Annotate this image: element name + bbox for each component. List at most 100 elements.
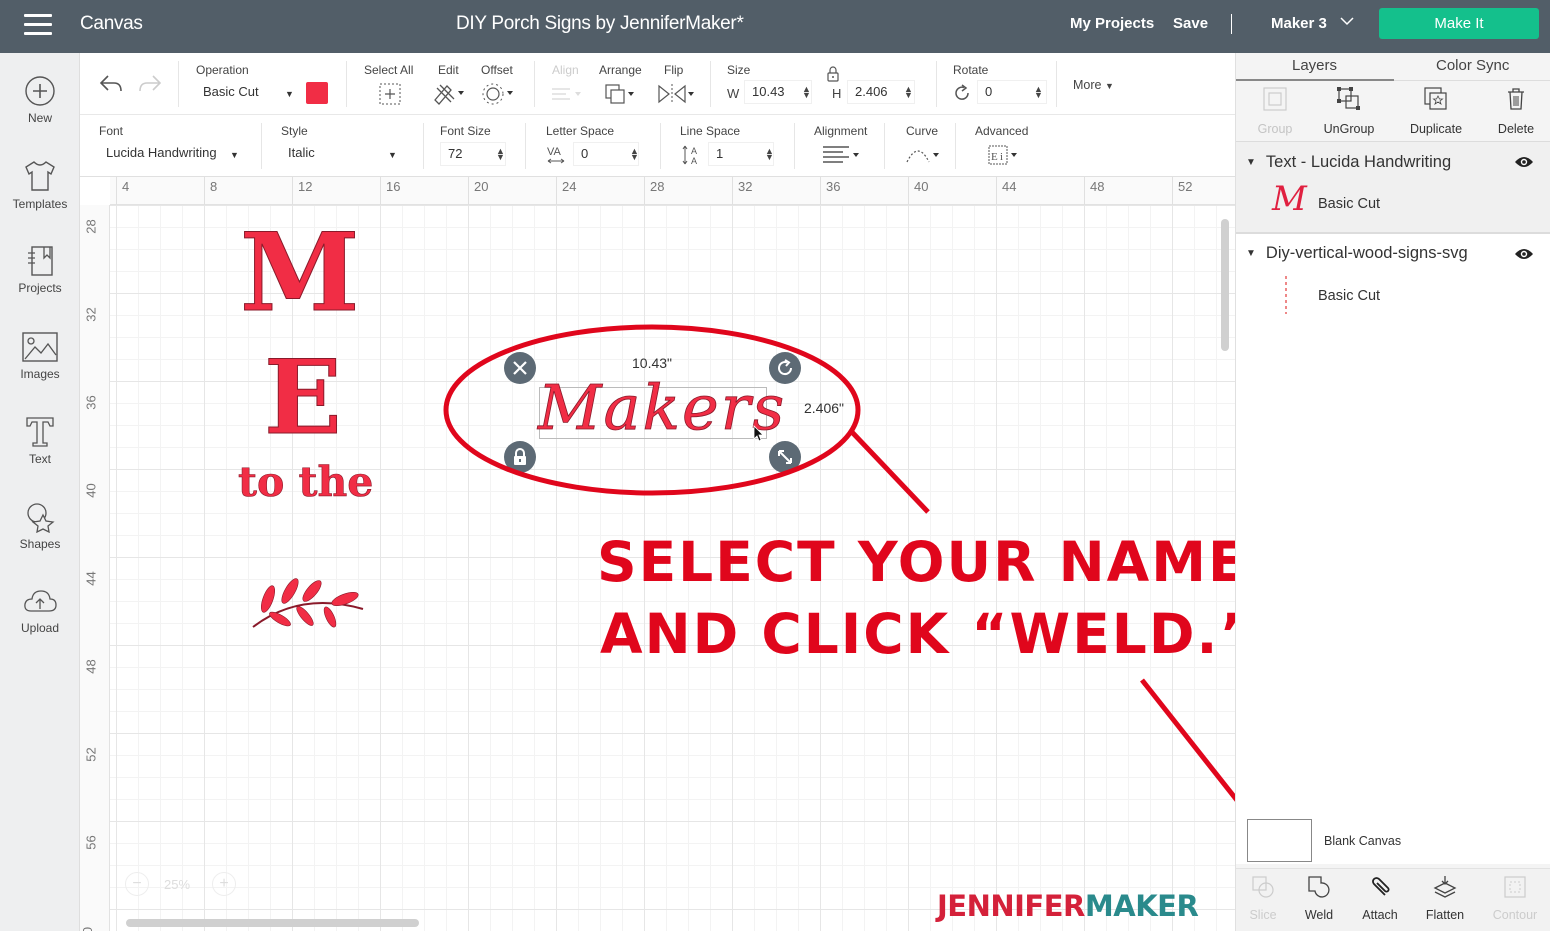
curve-icon[interactable] xyxy=(905,144,941,171)
alignment-label: Alignment xyxy=(814,124,868,138)
ruler-tick xyxy=(644,177,645,205)
selected-text-makers[interactable]: Makers xyxy=(538,376,786,439)
lock-handle-icon[interactable] xyxy=(504,441,536,473)
design-laurel-branch[interactable] xyxy=(250,569,370,634)
flip-icon[interactable] xyxy=(657,82,695,111)
operation-select[interactable]: Basic Cut xyxy=(196,81,296,105)
align-icon xyxy=(550,84,584,109)
resize-handle-icon[interactable] xyxy=(769,441,801,473)
line-space-stepper[interactable]: ▲ ▼ xyxy=(765,147,774,162)
align-left-icon[interactable] xyxy=(822,144,862,171)
layer-operation: Basic Cut xyxy=(1318,196,1381,212)
ruler-tick xyxy=(996,177,997,205)
blank-canvas-thumbnail[interactable] xyxy=(1247,819,1312,862)
width-label: W xyxy=(727,86,740,101)
offset-icon[interactable] xyxy=(482,82,516,111)
layer-group-text[interactable]: ▼ Text - Lucida Handwriting M Basic Cut xyxy=(1236,142,1550,232)
operation-label: Operation xyxy=(196,63,249,77)
zoom-in-button[interactable]: + xyxy=(212,872,236,896)
save-button[interactable]: Save xyxy=(1173,15,1208,32)
my-projects-link[interactable]: My Projects xyxy=(1070,15,1154,32)
left-sidebar: New Templates Projects Images Text Shape… xyxy=(0,53,80,931)
rotate-stepper[interactable]: ▲ ▼ xyxy=(1034,85,1043,100)
visibility-eye-icon[interactable] xyxy=(1514,247,1534,266)
caret-down-icon: ▼ xyxy=(388,150,397,160)
chevron-down-icon[interactable] xyxy=(1339,14,1355,30)
slice-icon xyxy=(1252,876,1274,898)
edit-pencil-ruler-icon[interactable] xyxy=(432,82,466,111)
sidebar-label: Shapes xyxy=(19,537,61,551)
layer-title[interactable]: ▼ Diy-vertical-wood-signs-svg xyxy=(1246,244,1468,263)
layer-group-svg[interactable]: ▼ Diy-vertical-wood-signs-svg Basic Cut xyxy=(1236,234,1550,324)
delete-button[interactable]: Delete xyxy=(1477,86,1550,136)
ruler-top: 4 8 12 16 20 24 28 32 36 40 44 48 52 xyxy=(110,177,1235,205)
font-select[interactable]: Lucida Handwriting xyxy=(99,142,244,166)
design-letter-e[interactable]: E xyxy=(264,347,343,450)
style-select[interactable]: Italic xyxy=(281,142,401,166)
flatten-button[interactable]: Flatten xyxy=(1414,875,1476,922)
sidebar-item-shapes[interactable]: Shapes xyxy=(0,501,80,551)
cloud-upload-icon xyxy=(24,590,57,612)
horizontal-scrollbar[interactable] xyxy=(126,919,419,927)
font-size-stepper[interactable]: ▲ ▼ xyxy=(496,147,505,162)
advanced-label: Advanced xyxy=(975,124,1029,138)
vertical-scrollbar[interactable] xyxy=(1221,219,1229,351)
sidebar-item-images[interactable]: Images xyxy=(0,331,80,381)
make-it-button[interactable]: Make It xyxy=(1379,8,1539,39)
design-to-the[interactable]: to the xyxy=(238,461,374,503)
ruler-tick-label: 44 xyxy=(83,571,99,586)
ruler-tick xyxy=(380,177,381,205)
weld-button[interactable]: Weld xyxy=(1288,875,1350,922)
height-readout: 2.406" xyxy=(804,400,845,416)
layer-title[interactable]: ▼ Text - Lucida Handwriting xyxy=(1246,153,1451,172)
tab-color-sync[interactable]: Color Sync xyxy=(1436,57,1509,74)
arrange-icon[interactable] xyxy=(604,82,638,111)
ruler-tick-label: 40 xyxy=(83,483,99,498)
ruler-left: 28 32 36 40 44 48 52 56 0 xyxy=(80,205,110,931)
tab-layers[interactable]: Layers xyxy=(1292,57,1337,74)
color-swatch[interactable] xyxy=(306,82,328,104)
letter-space-stepper[interactable]: ▲ ▼ xyxy=(630,147,639,162)
lock-ratio-icon[interactable] xyxy=(826,66,840,87)
weld-icon xyxy=(1308,876,1330,898)
design-letter-m[interactable]: M xyxy=(240,219,361,328)
layers-panel: Layers Color Sync Group UnGroup Duplicat… xyxy=(1235,53,1550,931)
group-button[interactable]: Group xyxy=(1236,86,1314,136)
sidebar-item-upload[interactable]: Upload xyxy=(0,587,80,635)
ruler-tick-label: 48 xyxy=(83,659,99,674)
contour-button[interactable]: Contour xyxy=(1484,875,1546,922)
flip-label: Flip xyxy=(664,63,684,77)
delete-handle-close-icon[interactable] xyxy=(504,352,536,384)
height-stepper[interactable]: ▲ ▼ xyxy=(904,85,913,100)
slice-button[interactable]: Slice xyxy=(1232,875,1294,922)
width-stepper[interactable]: ▲ ▼ xyxy=(802,85,811,100)
document-title: DIY Porch Signs by JenniferMaker* xyxy=(456,13,744,34)
menu-hamburger-icon[interactable] xyxy=(24,14,52,36)
ungroup-button[interactable]: UnGroup xyxy=(1310,86,1388,136)
svg-text:i: i xyxy=(1000,151,1003,163)
caret-down-icon: ▼ xyxy=(285,89,294,99)
duplicate-button[interactable]: Duplicate xyxy=(1397,86,1475,136)
sidebar-item-projects[interactable]: Projects xyxy=(0,245,80,295)
select-all-icon[interactable] xyxy=(378,82,402,111)
ruler-tick-label: 12 xyxy=(298,179,313,194)
collapse-triangle-icon[interactable]: ▼ xyxy=(1246,248,1256,259)
advanced-icon[interactable]: Ei xyxy=(988,144,1022,171)
sidebar-item-templates[interactable]: Templates xyxy=(0,159,80,211)
letter-space-label: Letter Space xyxy=(546,124,615,138)
ruler-tick-label: 0 xyxy=(80,926,96,931)
redo-icon[interactable] xyxy=(137,73,163,100)
sidebar-item-new[interactable]: New xyxy=(0,75,80,125)
more-menu[interactable]: More ▼ xyxy=(1073,78,1114,92)
ruler-tick xyxy=(908,177,909,205)
undo-icon[interactable] xyxy=(98,73,124,100)
app-name: Canvas xyxy=(80,13,143,34)
sidebar-item-text[interactable]: Text xyxy=(0,416,80,466)
top-bar: Canvas DIY Porch Signs by JenniferMaker*… xyxy=(0,0,1550,53)
zoom-out-button[interactable]: − xyxy=(125,872,149,896)
visibility-eye-icon[interactable] xyxy=(1514,155,1534,174)
rotate-handle-icon[interactable] xyxy=(769,352,801,384)
collapse-triangle-icon[interactable]: ▼ xyxy=(1246,157,1256,168)
attach-button[interactable]: Attach xyxy=(1349,875,1411,922)
machine-selector[interactable]: Maker 3 xyxy=(1271,15,1327,32)
